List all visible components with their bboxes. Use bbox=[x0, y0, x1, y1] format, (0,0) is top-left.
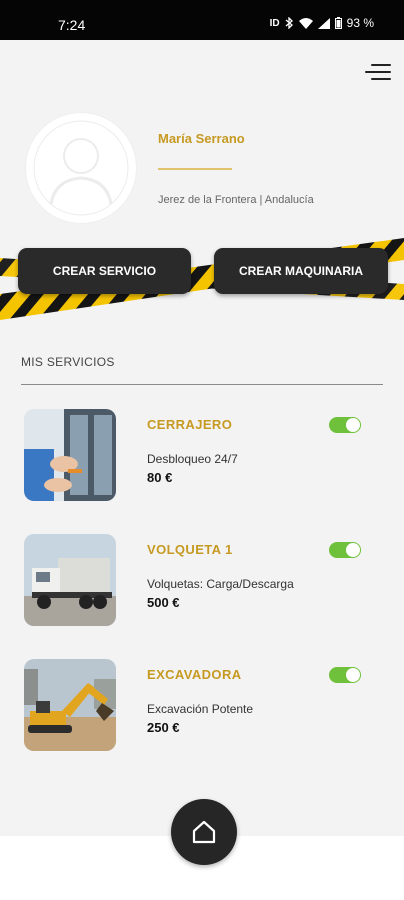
volqueta-image bbox=[24, 534, 116, 626]
service-name: CERRAJERO bbox=[147, 417, 233, 432]
cerrajero-image bbox=[24, 409, 116, 501]
status-icons: ID 93 % bbox=[270, 16, 374, 30]
battery-icon bbox=[334, 17, 342, 29]
service-item[interactable]: VOLQUETA 1 Volquetas: Carga/Descarga 500… bbox=[24, 534, 364, 626]
home-button[interactable] bbox=[171, 799, 237, 865]
home-icon bbox=[192, 820, 216, 844]
service-description: Excavación Potente bbox=[147, 702, 254, 716]
service-price: 80 € bbox=[147, 470, 173, 485]
service-item[interactable]: CERRAJERO Desbloqueo 24/7 80 € bbox=[24, 409, 364, 501]
avatar[interactable] bbox=[26, 113, 136, 223]
service-name: VOLQUETA 1 bbox=[147, 542, 233, 557]
profile-name: María Serrano bbox=[158, 131, 245, 146]
service-name: EXCAVADORA bbox=[147, 667, 242, 682]
crear-servicio-button[interactable]: CREAR SERVICIO bbox=[18, 248, 191, 294]
service-item[interactable]: EXCAVADORA Excavación Potente 250 € bbox=[24, 659, 364, 751]
status-time: 7:24 bbox=[58, 17, 86, 33]
service-active-toggle[interactable] bbox=[329, 417, 361, 433]
excavadora-image bbox=[24, 659, 116, 751]
service-description: Desbloqueo 24/7 bbox=[147, 452, 238, 466]
menu-icon[interactable] bbox=[365, 64, 391, 82]
profile-location: Jerez de la Frontera | Andalucía bbox=[158, 194, 314, 206]
user-icon bbox=[31, 118, 131, 218]
data-icon: ID bbox=[269, 17, 280, 29]
status-bar: 7:24 ID 93 % bbox=[0, 0, 404, 40]
battery-percentage: 93 % bbox=[346, 16, 374, 30]
profile-divider bbox=[158, 168, 232, 170]
service-price: 250 € bbox=[147, 720, 180, 735]
service-description: Volquetas: Carga/Descarga bbox=[147, 577, 294, 591]
service-price: 500 € bbox=[147, 595, 180, 610]
signal-icon bbox=[317, 17, 330, 29]
section-divider bbox=[21, 384, 383, 385]
service-active-toggle[interactable] bbox=[329, 667, 361, 683]
section-title: MIS SERVICIOS bbox=[21, 355, 115, 369]
wifi-icon bbox=[298, 17, 313, 29]
bluetooth-icon bbox=[285, 17, 293, 29]
crear-maquinaria-button[interactable]: CREAR MAQUINARIA bbox=[214, 248, 388, 294]
service-active-toggle[interactable] bbox=[329, 542, 361, 558]
